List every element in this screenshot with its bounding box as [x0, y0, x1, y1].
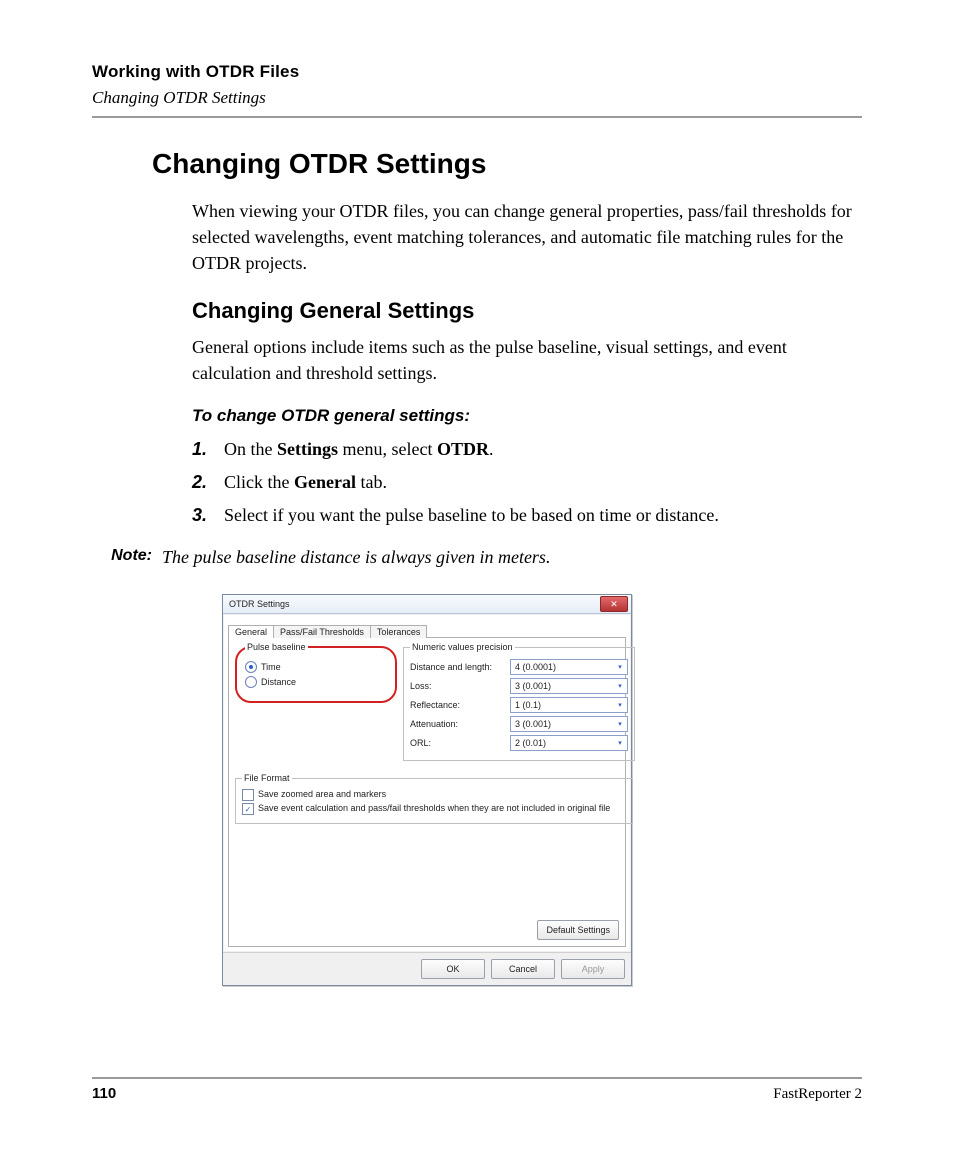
page-footer: 110 FastReporter 2 [92, 1077, 862, 1103]
combo-value: 3 (0.001) [515, 719, 551, 729]
combo-value: 1 (0.1) [515, 700, 541, 710]
chevron-down-icon: ▾ [615, 700, 625, 710]
step-text: On the [224, 439, 277, 459]
checkbox-save-zoom[interactable]: Save zoomed area and markers [242, 789, 626, 801]
step-text: Click the [224, 472, 294, 492]
reflectance-label: Reflectance: [410, 700, 510, 710]
file-format-legend: File Format [242, 773, 292, 783]
checkbox-label: Save event calculation and pass/fail thr… [258, 803, 610, 814]
numeric-precision-group: Numeric values precision Distance and le… [403, 642, 635, 761]
radio-label: Distance [261, 677, 296, 687]
note-text: The pulse baseline distance is always gi… [162, 547, 550, 568]
radio-label: Time [261, 662, 281, 672]
close-icon[interactable]: ✕ [600, 596, 628, 612]
procedure-title: To change OTDR general settings: [152, 406, 862, 426]
orl-combo[interactable]: 2 (0.01) ▾ [510, 735, 628, 751]
pulse-baseline-group: Pulse baseline Time Distance [235, 642, 397, 703]
tab-tolerances[interactable]: Tolerances [370, 625, 428, 638]
page-title: Changing OTDR Settings [152, 148, 862, 180]
step-number: 1. [192, 436, 207, 463]
checkbox-icon [242, 789, 254, 801]
footer-rule [92, 1077, 862, 1079]
intro-paragraph: When viewing your OTDR files, you can ch… [152, 198, 862, 276]
tab-passfail-thresholds[interactable]: Pass/Fail Thresholds [273, 625, 371, 638]
loss-label: Loss: [410, 681, 510, 691]
cancel-button[interactable]: Cancel [491, 959, 555, 979]
general-paragraph: General options include items such as th… [152, 334, 862, 386]
radio-time[interactable]: Time [245, 661, 387, 673]
distance-length-combo[interactable]: 4 (0.0001) ▾ [510, 659, 628, 675]
file-format-group: File Format Save zoomed area and markers… [235, 773, 633, 824]
step-text: menu, select [338, 439, 437, 459]
dialog-titlebar[interactable]: OTDR Settings ✕ [223, 595, 631, 614]
step-1: 1. On the Settings menu, select OTDR. [152, 436, 862, 463]
dialog-tabs: General Pass/Fail Thresholds Tolerances [228, 619, 626, 638]
header-rule [92, 116, 862, 118]
tab-general[interactable]: General [228, 625, 274, 638]
step-text: Select if you want the pulse baseline to… [224, 505, 719, 525]
product-name: FastReporter 2 [773, 1086, 862, 1103]
combo-value: 2 (0.01) [515, 738, 546, 748]
checkbox-label: Save zoomed area and markers [258, 789, 386, 800]
step-text: . [489, 439, 494, 459]
attenuation-label: Attenuation: [410, 719, 510, 729]
step-number: 3. [192, 502, 207, 529]
chevron-down-icon: ▾ [615, 681, 625, 691]
step-strong: OTDR [437, 439, 489, 459]
chevron-down-icon: ▾ [615, 719, 625, 729]
step-2: 2. Click the General tab. [152, 469, 862, 496]
chevron-down-icon: ▾ [615, 738, 625, 748]
step-number: 2. [192, 469, 207, 496]
combo-value: 4 (0.0001) [515, 662, 556, 672]
loss-combo[interactable]: 3 (0.001) ▾ [510, 678, 628, 694]
attenuation-combo[interactable]: 3 (0.001) ▾ [510, 716, 628, 732]
running-head-section: Changing OTDR Settings [92, 88, 862, 108]
note: Note: The pulse baseline distance is alw… [92, 547, 862, 568]
chevron-down-icon: ▾ [615, 662, 625, 672]
ok-button[interactable]: OK [421, 959, 485, 979]
subheading-general: Changing General Settings [152, 298, 862, 324]
reflectance-combo[interactable]: 1 (0.1) ▾ [510, 697, 628, 713]
otdr-settings-dialog: OTDR Settings ✕ General Pass/Fail Thresh… [222, 594, 632, 986]
radio-icon [245, 676, 257, 688]
distance-length-label: Distance and length: [410, 662, 510, 672]
apply-button[interactable]: Apply [561, 959, 625, 979]
step-strong: Settings [277, 439, 338, 459]
step-text: tab. [356, 472, 387, 492]
procedure-steps: 1. On the Settings menu, select OTDR. 2.… [152, 436, 862, 529]
page-number: 110 [92, 1085, 116, 1102]
note-label: Note: [92, 547, 152, 568]
radio-distance[interactable]: Distance [245, 676, 387, 688]
numeric-precision-legend: Numeric values precision [410, 642, 515, 652]
orl-label: ORL: [410, 738, 510, 748]
step-strong: General [294, 472, 356, 492]
dialog-title: OTDR Settings [229, 599, 290, 609]
pulse-baseline-legend: Pulse baseline [245, 642, 308, 652]
combo-value: 3 (0.001) [515, 681, 551, 691]
running-head-chapter: Working with OTDR Files [92, 62, 862, 82]
radio-icon [245, 661, 257, 673]
step-3: 3. Select if you want the pulse baseline… [152, 502, 862, 529]
checkbox-save-thresholds[interactable]: ✓ Save event calculation and pass/fail t… [242, 803, 626, 815]
default-settings-button[interactable]: Default Settings [537, 920, 619, 940]
checkbox-icon: ✓ [242, 803, 254, 815]
